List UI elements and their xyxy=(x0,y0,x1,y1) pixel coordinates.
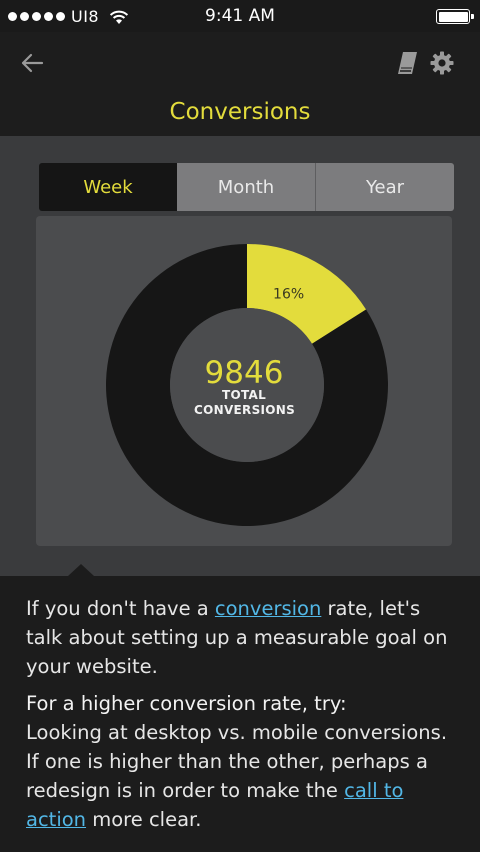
tip-paragraph: Looking at desktop vs. mobile conversion… xyxy=(26,721,448,831)
status-bar: UI8 9:41 AM xyxy=(0,0,480,32)
donut-slice-label-0: 16% xyxy=(273,287,304,303)
tip-heading: For a higher conversion rate, try: xyxy=(26,692,347,715)
conversion-link[interactable]: conversion xyxy=(215,597,321,620)
info-panel: If you don't have a conversion rate, let… xyxy=(0,564,480,852)
total-conversions-value: 9846 xyxy=(204,355,284,391)
center-label-line2: CONVERSIONS xyxy=(194,403,296,417)
intro-paragraph: If you don't have a conversion rate, let… xyxy=(26,597,448,678)
tab-week[interactable]: Week xyxy=(39,163,177,211)
center-label-line1: TOTAL xyxy=(221,388,267,402)
period-tabs: Week Month Year xyxy=(39,163,454,211)
total-conversions-label: TOTAL CONVERSIONS xyxy=(194,388,296,418)
status-time: 9:41 AM xyxy=(205,6,275,26)
book-icon[interactable] xyxy=(396,51,418,75)
tab-month[interactable]: Month xyxy=(177,163,315,211)
page-title: Conversions xyxy=(169,99,311,125)
info-text: If you don't have a conversion rate, let… xyxy=(26,594,458,842)
navigation-bar xyxy=(0,32,480,94)
title-bar: Conversions xyxy=(0,94,480,136)
chart-card: 16% 9846 TOTAL CONVERSIONS xyxy=(36,216,452,546)
tab-year[interactable]: Year xyxy=(315,163,454,211)
info-panel-pointer xyxy=(68,564,94,576)
back-arrow-icon[interactable] xyxy=(20,52,44,74)
gear-icon[interactable] xyxy=(430,51,454,75)
battery-icon xyxy=(436,9,474,24)
